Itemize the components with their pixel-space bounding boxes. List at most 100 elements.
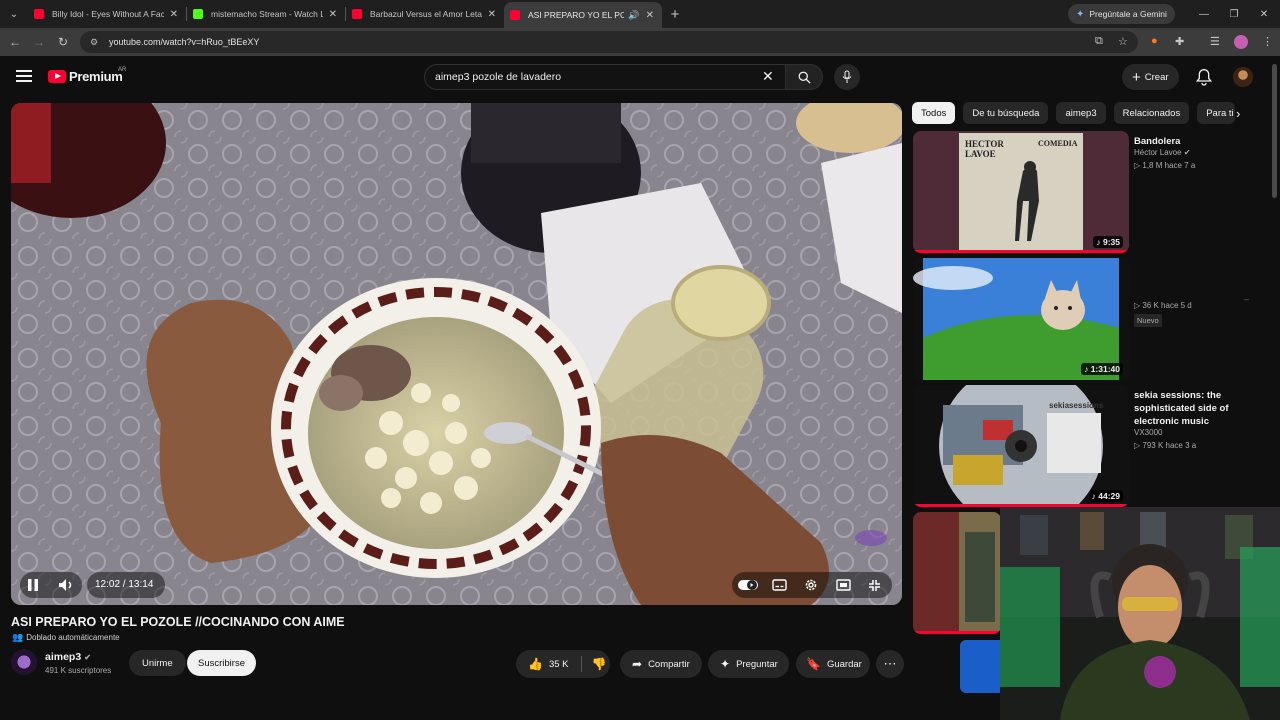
voice-search-button[interactable] (834, 64, 860, 90)
rec-channel-name[interactable]: VX3000 (1134, 428, 1162, 437)
extensions-puzzle-icon[interactable]: ✚ (1175, 35, 1184, 48)
tab-title: mistemacho Stream - Watch Live (211, 9, 323, 19)
like-thumbs-up-icon[interactable]: 👍 (528, 657, 543, 671)
video-player[interactable]: 12:02 / 13:14 (11, 103, 902, 605)
browser-tab[interactable]: Billy Idol - Eyes Without A Face ✕ (28, 0, 186, 28)
reload-icon[interactable]: ↻ (54, 33, 72, 51)
page-scrollbar[interactable] (1272, 64, 1277, 198)
new-badge: Nuevo (1134, 314, 1162, 327)
rec-channel-name[interactable]: Héctor Lavoe (1134, 148, 1182, 157)
tab-title: Barbazul Versus el Amor Letal (370, 9, 482, 19)
audio-playing-icon[interactable]: 🔊 (628, 10, 639, 21)
rec-title[interactable]: Bandolera (1134, 135, 1244, 148)
like-count[interactable]: 35 K (549, 659, 569, 670)
close-window-icon[interactable]: ✕ (1248, 0, 1280, 28)
youtube-premium-logo[interactable]: Premium AR (48, 67, 126, 84)
chip-todos[interactable]: Todos (912, 102, 956, 124)
channel-name[interactable]: aimep3 (45, 651, 81, 663)
close-tab-icon[interactable]: ✕ (170, 9, 178, 20)
kick-favicon-icon (193, 9, 203, 19)
rec-title[interactable]: sekia sessions: the sophisticated side o… (1134, 389, 1244, 428)
youtube-favicon-icon (510, 10, 520, 20)
tab-title: ASI PREPARO YO EL POZOLE (528, 10, 625, 20)
tab-search-chevron-icon[interactable]: ⌄ (0, 0, 28, 28)
restore-icon[interactable]: ❐ (1218, 0, 1250, 28)
notifications-bell-icon[interactable] (1196, 68, 1212, 86)
pause-icon[interactable] (26, 578, 40, 592)
rec-channel[interactable]: Héctor Lavoe ✔ (1134, 148, 1191, 157)
theater-mode-icon[interactable] (836, 579, 851, 591)
close-tab-icon[interactable]: ✕ (488, 9, 496, 20)
search-button[interactable] (785, 64, 823, 90)
dislike-thumbs-down-icon[interactable]: 👎 (592, 657, 607, 671)
join-button[interactable]: Unirme (129, 650, 186, 676)
sparkle-icon: ✦ (720, 657, 731, 671)
watched-progress (913, 250, 1129, 253)
chevron-right-icon[interactable]: › (1236, 106, 1240, 121)
rec-meta: ▷ 793 K hace 3 a (1134, 441, 1197, 450)
ask-button[interactable]: ✦ Preguntar (708, 650, 789, 678)
youtube-favicon-icon (34, 9, 44, 19)
cover-text-name: HECTOR LAVOE (965, 139, 1004, 159)
recommended-video[interactable]: ♪ 1:31:40 ▷ 36 K hace 5 d Nuevo – (913, 258, 1273, 380)
extension-icon[interactable]: ● (1151, 35, 1158, 47)
cd-cover-text: sekiasessions (1049, 401, 1104, 410)
url-text: youtube.com/watch?v=hRuo_tBEeXY (109, 37, 260, 47)
autoplay-toggle-icon[interactable] (737, 579, 759, 591)
save-button[interactable]: 🔖 Guardar (796, 650, 870, 678)
browser-tab-active[interactable]: ASI PREPARO YO EL POZOLE 🔊 ✕ (504, 2, 662, 28)
install-app-icon[interactable]: ⧉ (1095, 35, 1103, 48)
chip-aimep3[interactable]: aimep3 (1056, 102, 1106, 124)
menu-hamburger-icon[interactable] (16, 70, 32, 84)
recommended-video[interactable]: HECTOR LAVOE COMEDIA ♪ 9:35 Bandolera Héc… (913, 131, 1273, 253)
subscribe-button[interactable]: Suscribirse (187, 650, 256, 676)
more-options-icon[interactable]: – (1244, 294, 1249, 304)
video-thumbnail[interactable] (960, 640, 1000, 693)
chip-para-ti[interactable]: Para ti (1197, 102, 1236, 124)
create-label: Crear (1144, 71, 1169, 83)
browser-tab[interactable]: mistemacho Stream - Watch Live ✕ (187, 0, 345, 28)
bookmark-icon: 🔖 (806, 657, 821, 671)
filter-chips: Todos De tu búsqueda aimep3 Relacionados… (912, 102, 1243, 124)
video-thumbnail[interactable]: sekiasessions ♪ 44:29 (913, 385, 1129, 507)
create-button[interactable]: + Crear (1122, 64, 1179, 90)
site-info-icon[interactable]: ⚙ (88, 36, 100, 48)
youtube-masthead: Premium AR aimep3 pozole de lavadero ✕ +… (0, 56, 1280, 100)
video-thumbnail[interactable]: HECTOR LAVOE COMEDIA ♪ 9:35 (913, 131, 1129, 253)
microphone-icon (842, 70, 852, 83)
more-actions-button[interactable]: ⋯ (876, 650, 904, 678)
video-thumbnail[interactable] (913, 512, 1001, 634)
search-input[interactable]: aimep3 pozole de lavadero (424, 64, 785, 90)
forward-arrow-icon[interactable]: → (30, 33, 48, 51)
minimize-icon[interactable]: — (1188, 0, 1220, 28)
bookmark-star-icon[interactable]: ☆ (1118, 35, 1128, 48)
fullscreen-exit-icon[interactable] (868, 579, 881, 592)
browser-menu-icon[interactable]: ⋮ (1262, 35, 1273, 48)
meme-cat-thumbnail-image (913, 258, 1129, 380)
close-tab-icon[interactable]: ✕ (646, 10, 654, 21)
new-tab-button[interactable]: + (662, 6, 688, 23)
profile-avatar-icon[interactable] (1234, 35, 1248, 49)
back-arrow-icon[interactable]: ← (6, 33, 24, 51)
chip-de-tu-busqueda[interactable]: De tu búsqueda (963, 102, 1049, 124)
settings-gear-icon[interactable] (804, 578, 818, 592)
close-tab-icon[interactable]: ✕ (329, 9, 337, 20)
video-thumbnail[interactable]: ♪ 1:31:40 (913, 258, 1129, 380)
share-button[interactable]: ➦ Compartir (620, 650, 702, 678)
chip-relacionados[interactable]: Relacionados (1113, 102, 1190, 124)
channel-avatar[interactable] (11, 649, 37, 675)
account-avatar[interactable] (1233, 67, 1253, 87)
browser-tab[interactable]: Barbazul Versus el Amor Letal ✕ (346, 0, 504, 28)
dubbing-icon: 👥 (12, 632, 24, 642)
clear-search-icon[interactable]: ✕ (762, 68, 774, 85)
tab-title: Billy Idol - Eyes Without A Face (52, 9, 164, 19)
channel-name-row[interactable]: aimep3 ✔ (45, 651, 91, 663)
rec-meta-text: 1,8 M hace 7 a (1142, 161, 1196, 170)
volume-icon[interactable] (58, 578, 74, 592)
address-bar[interactable]: ⚙ youtube.com/watch?v=hRuo_tBEeXY (80, 31, 1138, 53)
subtitles-icon[interactable] (772, 579, 787, 591)
recommended-video[interactable]: sekiasessions ♪ 44:29 sekia sessions: th… (913, 385, 1273, 507)
ask-gemini-button[interactable]: ✦ Pregúntale a Gemini (1068, 4, 1175, 24)
auto-dubbed-label: 👥 Doblado automáticamente (12, 632, 120, 643)
reading-list-icon[interactable]: ☰ (1210, 35, 1220, 48)
